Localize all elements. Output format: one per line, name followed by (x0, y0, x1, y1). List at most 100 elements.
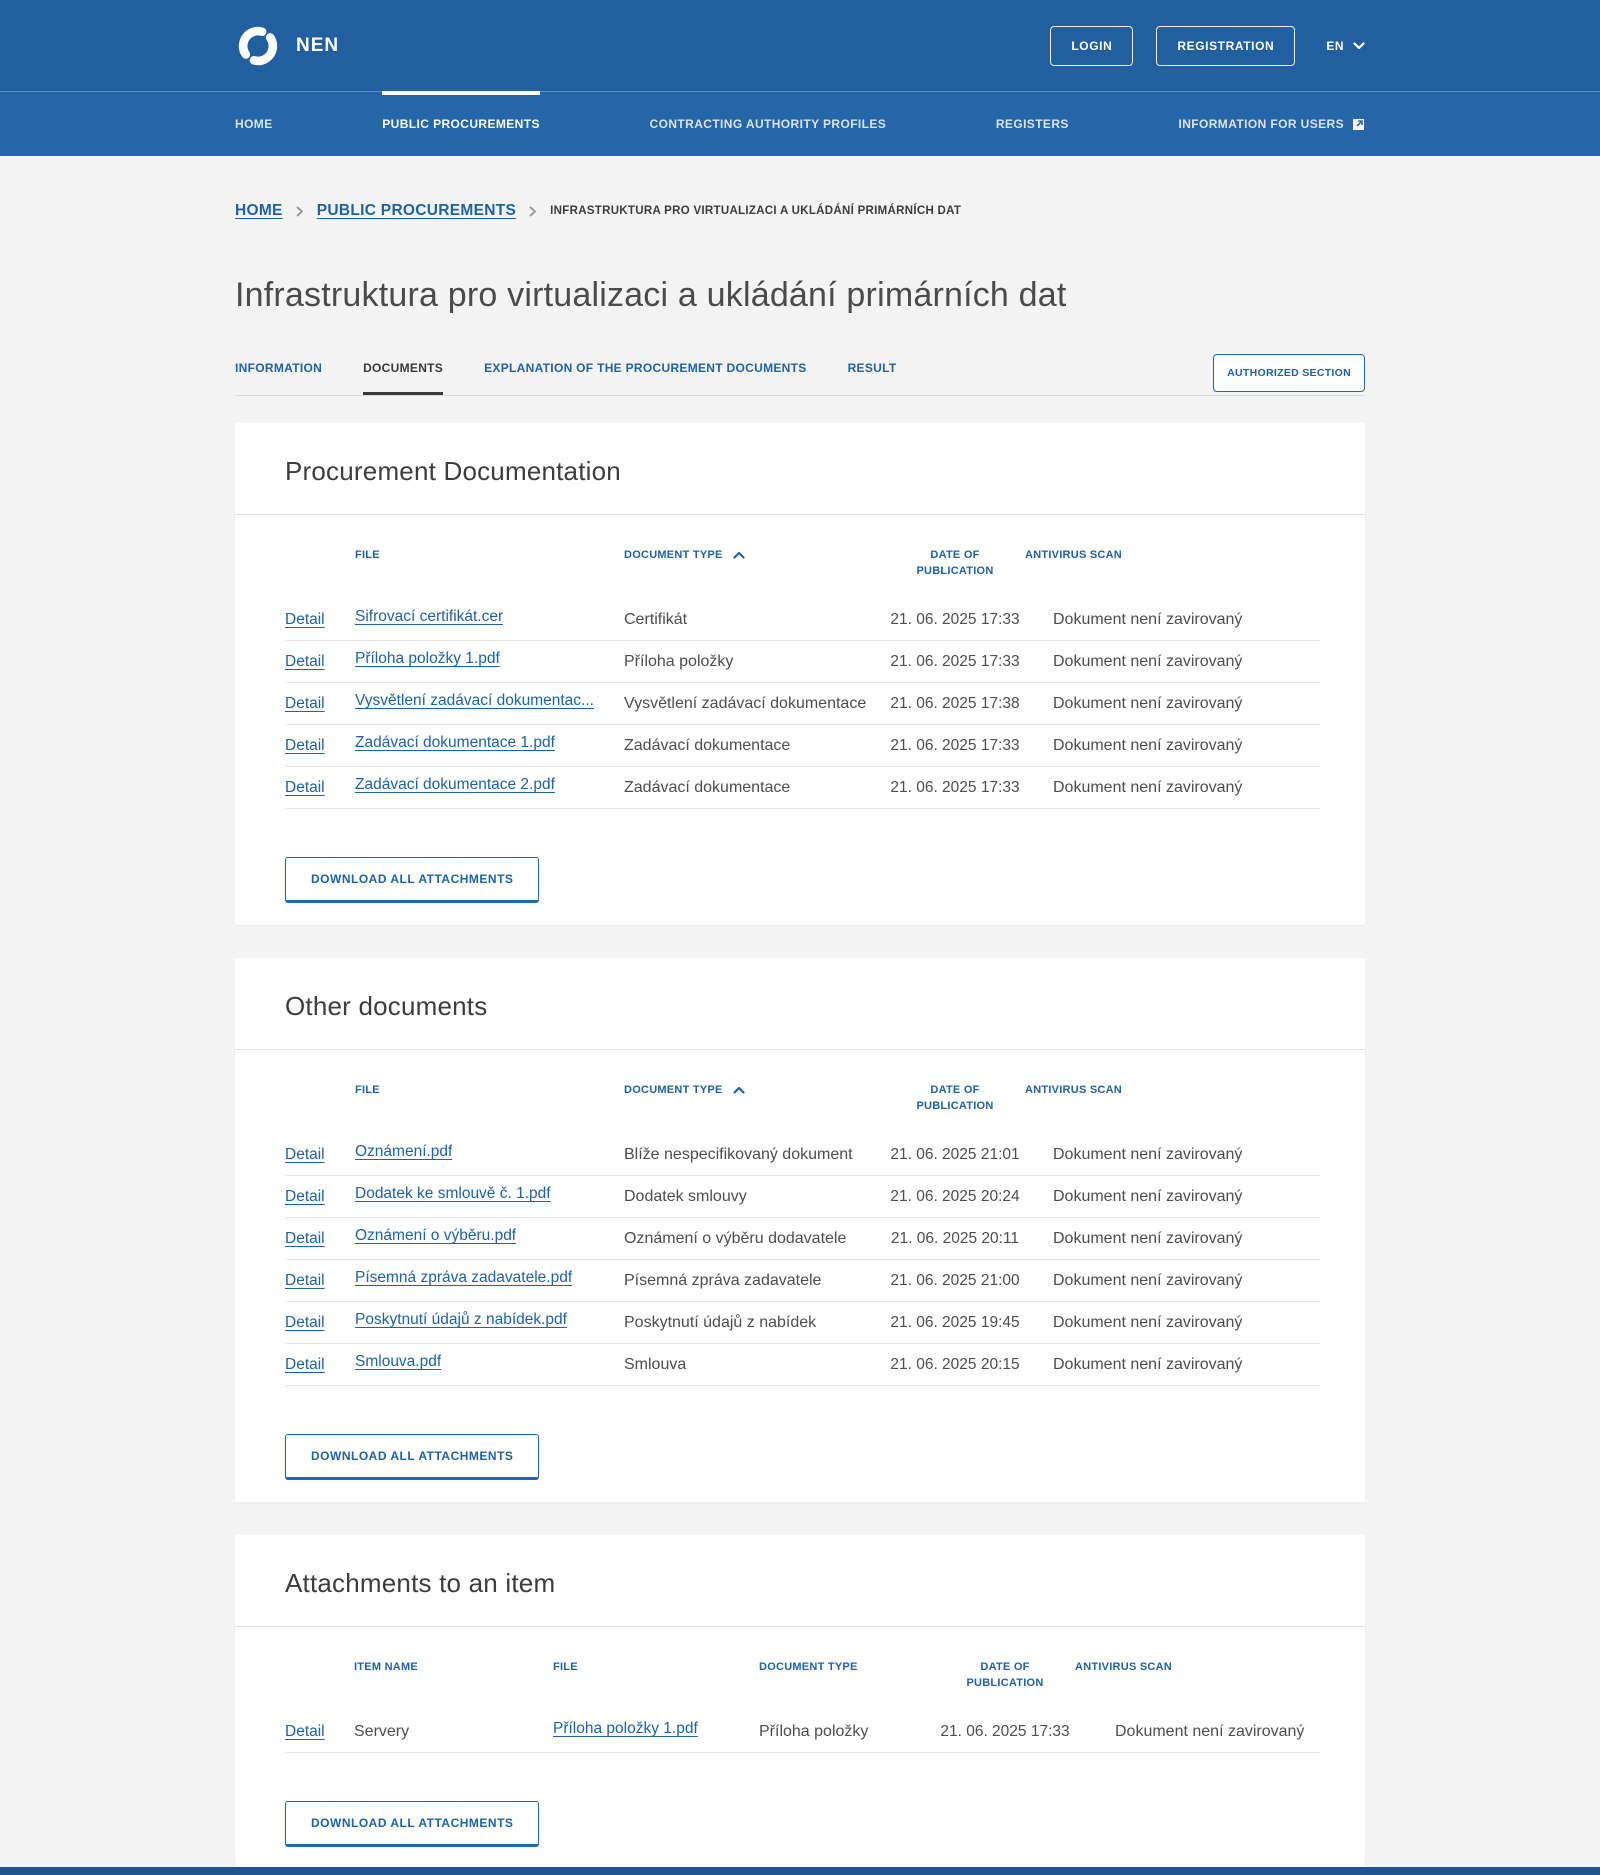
login-button[interactable]: LOGIN (1050, 26, 1133, 66)
main-nav: HOME PUBLIC PROCUREMENTS CONTRACTING AUTHO… (0, 91, 1600, 156)
nav-item-label: HOME (235, 117, 273, 131)
detail-link[interactable]: Detail (285, 695, 325, 712)
column-header-label: DATE OF PUBLICATION (961, 1659, 1049, 1691)
publication-date-cell: 21. 06. 2025 17:33 (885, 653, 1025, 671)
file-link[interactable]: Poskytnutí údajů z nabídek.pdf (355, 1311, 567, 1329)
detail-link[interactable]: Detail (285, 1723, 325, 1740)
file-link[interactable]: Oznámení.pdf (355, 1143, 452, 1161)
table-row: Detail Poskytnutí údajů z nabídek.pdf Posk… (285, 1302, 1320, 1344)
chevron-right-icon (529, 206, 537, 217)
file-link[interactable]: Vysvětlení zadávací dokumentac... (355, 692, 594, 710)
detail-link[interactable]: Detail (285, 1146, 325, 1163)
detail-link[interactable]: Detail (285, 1356, 325, 1373)
nav-item-public-procurements[interactable]: PUBLIC PROCUREMENTS (382, 92, 540, 156)
column-header-label: DOCUMENT TYPE (624, 1082, 723, 1098)
chevron-up-icon[interactable] (733, 551, 745, 559)
table-header-row: FILEDOCUMENT TYPEDATE OF PUBLICATIONANTI… (285, 547, 1320, 599)
tab-documents[interactable]: DOCUMENTS (363, 361, 443, 376)
nav-item-registers[interactable]: REGISTERS (996, 92, 1069, 156)
authorized-section-button[interactable]: AUTHORIZED SECTION (1213, 354, 1365, 392)
column-header-label: FILE (553, 1661, 578, 1673)
nav-item-information-for-users[interactable]: INFORMATION FOR USERS (1178, 92, 1365, 156)
tab-information[interactable]: INFORMATION (235, 361, 322, 376)
language-selector[interactable]: EN (1326, 39, 1365, 53)
registration-button[interactable]: REGISTRATION (1156, 26, 1295, 66)
publication-date-cell: 21. 06. 2025 20:24 (885, 1188, 1025, 1206)
app-header: NEN LOGIN REGISTRATION EN (0, 0, 1600, 91)
detail-cell: Detail (285, 1723, 354, 1741)
file-link[interactable]: Písemná zpráva zadavatele.pdf (355, 1269, 572, 1287)
table-row: DetailDodatek ke smlouvě č. 1.pdfDodatek… (285, 1176, 1320, 1218)
document-type-cell: Příloha položky (624, 653, 885, 671)
tab-explanation-of-the-procurement-documents[interactable]: EXPLANATION OF THE PROCUREMENT DOCUMENTS (484, 361, 806, 376)
documents-table: ITEM NAMEFILE DOCUMENT TYPE DATE OF PUBLIC… (235, 1627, 1365, 1753)
antivirus-scan-cell: Dokument není zavirovaný (1025, 695, 1320, 713)
detail-cell: Detail (285, 695, 355, 713)
document-type-cell: Oznámení o výběru dodavatele (624, 1230, 885, 1248)
nav-item-contracting-authority-profiles[interactable]: CONTRACTING AUTHORITY PROFILES (650, 92, 887, 156)
chevron-up-icon[interactable] (733, 1086, 745, 1094)
file-link[interactable]: Příloha položky 1.pdf (553, 1720, 698, 1738)
detail-link[interactable]: Detail (285, 1188, 325, 1205)
detail-link[interactable]: Detail (285, 611, 325, 628)
detail-cell: Detail (285, 779, 355, 797)
nav-item-label: PUBLIC PROCUREMENTS (382, 117, 540, 131)
column-header-label: DOCUMENT TYPE (624, 547, 723, 563)
antivirus-scan-cell: Dokument není zavirovaný (1025, 737, 1320, 755)
nav-item-home[interactable]: HOME (235, 92, 273, 156)
nav-item-label: REGISTERS (996, 117, 1069, 131)
document-type-cell: Poskytnutí údajů z nabídek (624, 1314, 885, 1332)
publication-date-cell: 21. 06. 2025 17:33 (885, 779, 1025, 797)
file-cell: Sifrovací certifikát.cer (355, 608, 624, 631)
column-header-label: FILE (355, 549, 380, 561)
table-row: DetailServeryPříloha položky 1.pdfPříloh… (285, 1711, 1320, 1753)
detail-link[interactable]: Detail (285, 1314, 325, 1331)
file-link[interactable]: Příloha položky 1.pdf (355, 650, 500, 668)
column-header-file: FILE (355, 547, 624, 563)
file-cell: Zadávací dokumentace 1.pdf (355, 734, 624, 757)
brand[interactable]: NEN (235, 23, 339, 69)
section-other-documents: Other documentsFILEDOCUMENT TYPEDATE OF … (235, 958, 1365, 1502)
antivirus-scan-cell: Dokument není zavirovaný (1025, 1314, 1320, 1332)
detail-link[interactable]: Detail (285, 1230, 325, 1247)
nen-logo-icon (235, 23, 281, 69)
section-title: Procurement Documentation (235, 423, 1365, 514)
file-cell: Oznámení o výběru.pdf (355, 1227, 624, 1250)
file-link[interactable]: Sifrovací certifikát.cer (355, 608, 503, 626)
section-attachments-to-an-item: Attachments to an itemITEM NAMEFILEDOCUM… (235, 1535, 1365, 1869)
column-header-antivirus-scan: ANTIVIRUS SCAN (1025, 547, 1320, 563)
document-type-cell: Písemná zpráva zadavatele (624, 1272, 885, 1290)
file-link[interactable]: Zadávací dokumentace 2.pdf (355, 776, 555, 794)
detail-link[interactable]: Detail (285, 1272, 325, 1289)
antivirus-scan-cell: Dokument není zavirovaný (1025, 1272, 1320, 1290)
column-header-document-type[interactable]: DOCUMENT TYPE (624, 547, 885, 563)
detail-link[interactable]: Detail (285, 779, 325, 796)
file-link[interactable]: Zadávací dokumentace 1.pdf (355, 734, 555, 752)
detail-link[interactable]: Detail (285, 653, 325, 670)
breadcrumb-item-home[interactable]: HOME (235, 202, 283, 220)
footer-bar (0, 1867, 1600, 1875)
table-row: Detail Oznámení o výběru.pdf Oznámení o vý… (285, 1218, 1320, 1260)
download-all-attachments-button[interactable]: DOWNLOAD ALL ATTACHMENTS (285, 1434, 539, 1480)
column-header-document-type[interactable]: DOCUMENT TYPE (624, 1082, 885, 1098)
file-link[interactable]: Smlouva.pdf (355, 1353, 441, 1371)
column-header-antivirus-scan: ANTIVIRUS SCAN (1075, 1659, 1320, 1675)
download-all-attachments-button[interactable]: DOWNLOAD ALL ATTACHMENTS (285, 857, 539, 903)
column-header-label: DOCUMENT TYPE (759, 1661, 858, 1673)
detail-cell: Detail (285, 611, 355, 629)
publication-date-cell: 21. 06. 2025 17:38 (885, 695, 1025, 713)
table-row: Detail Písemná zpráva zadavatele.pdf Písem… (285, 1260, 1320, 1302)
tab-result[interactable]: RESULT (848, 361, 897, 376)
table-header-row: FILEDOCUMENT TYPEDATE OF PUBLICATIONANTI… (285, 1082, 1320, 1134)
antivirus-scan-cell: Dokument není zavirovaný (1075, 1723, 1320, 1741)
file-link[interactable]: Dodatek ke smlouvě č. 1.pdf (355, 1185, 551, 1203)
detail-cell: Detail (285, 1230, 355, 1248)
breadcrumb-item-public-procurements[interactable]: PUBLIC PROCUREMENTS (317, 202, 516, 220)
column-header-date-of-publication: DATE OF PUBLICATION (885, 1082, 1025, 1114)
document-type-cell: Zadávací dokumentace (624, 779, 885, 797)
download-all-attachments-button[interactable]: DOWNLOAD ALL ATTACHMENTS (285, 1801, 539, 1847)
column-header-item-name: ITEM NAME (354, 1659, 553, 1675)
detail-link[interactable]: Detail (285, 737, 325, 754)
document-type-cell: Zadávací dokumentace (624, 737, 885, 755)
file-link[interactable]: Oznámení o výběru.pdf (355, 1227, 516, 1245)
